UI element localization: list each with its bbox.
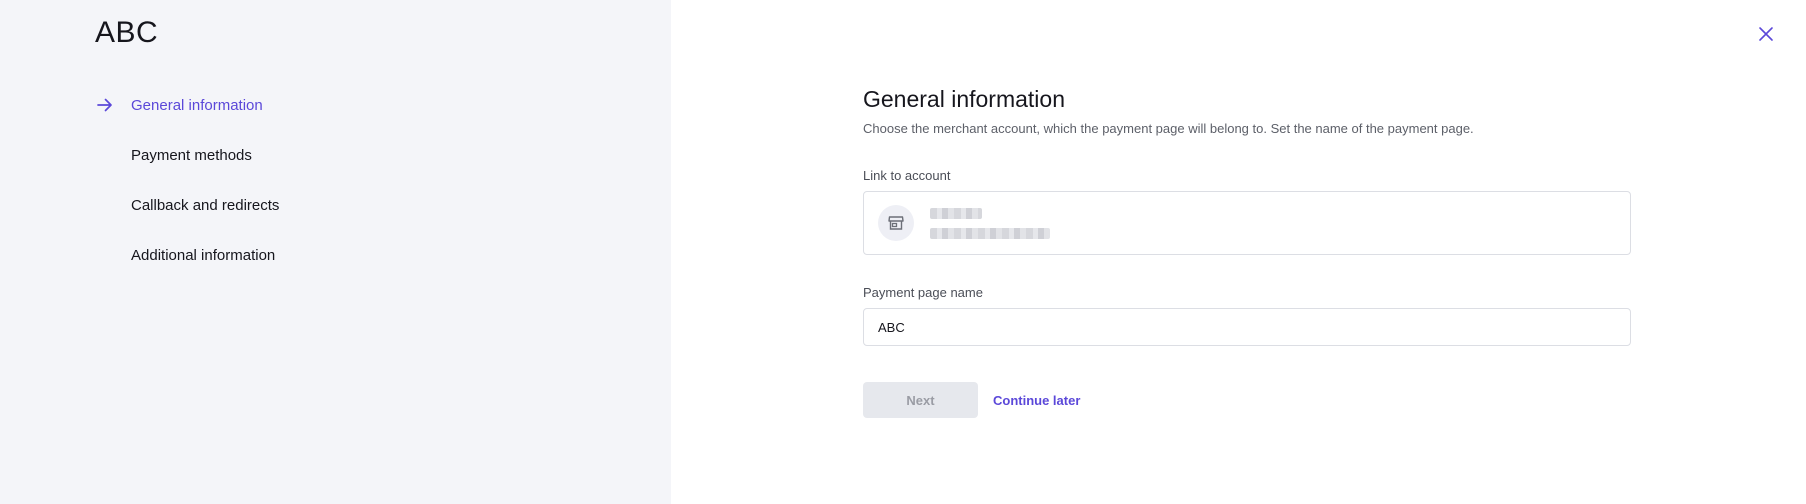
account-info-redacted bbox=[930, 207, 1050, 239]
account-selector[interactable] bbox=[863, 191, 1631, 255]
step-label: Payment methods bbox=[131, 146, 252, 164]
close-icon bbox=[1759, 27, 1773, 41]
form-subtitle: Choose the merchant account, which the p… bbox=[863, 121, 1474, 136]
continue-later-link[interactable]: Continue later bbox=[993, 393, 1080, 408]
general-information-form: General information Choose the merchant … bbox=[863, 86, 1631, 418]
next-button[interactable]: Next bbox=[863, 382, 978, 418]
store-icon bbox=[878, 205, 914, 241]
arrow-right-icon bbox=[95, 95, 115, 115]
main-panel: General information Choose the merchant … bbox=[671, 0, 1806, 504]
sidebar: ABC General information Payment methods … bbox=[0, 0, 671, 504]
steps-nav: General information Payment methods Call… bbox=[95, 80, 495, 280]
step-general-information[interactable]: General information bbox=[95, 80, 495, 130]
close-button[interactable] bbox=[1756, 24, 1776, 44]
step-label: Additional information bbox=[131, 246, 276, 264]
page: ABC General information Payment methods … bbox=[0, 0, 1806, 504]
form-actions: Next Continue later bbox=[863, 382, 1631, 418]
form-title: General information bbox=[863, 86, 1065, 112]
step-payment-methods[interactable]: Payment methods bbox=[95, 130, 495, 180]
account-label: Link to account bbox=[863, 168, 951, 183]
page-name-input[interactable] bbox=[863, 308, 1631, 346]
app-title: ABC bbox=[95, 16, 159, 49]
redacted-account-id bbox=[930, 227, 1050, 239]
redacted-account-name bbox=[930, 207, 982, 219]
step-label: General information bbox=[131, 96, 263, 114]
step-additional-information[interactable]: Additional information bbox=[95, 230, 495, 280]
step-callback-and-redirects[interactable]: Callback and redirects bbox=[95, 180, 495, 230]
page-name-label: Payment page name bbox=[863, 285, 983, 300]
step-label: Callback and redirects bbox=[131, 196, 280, 214]
